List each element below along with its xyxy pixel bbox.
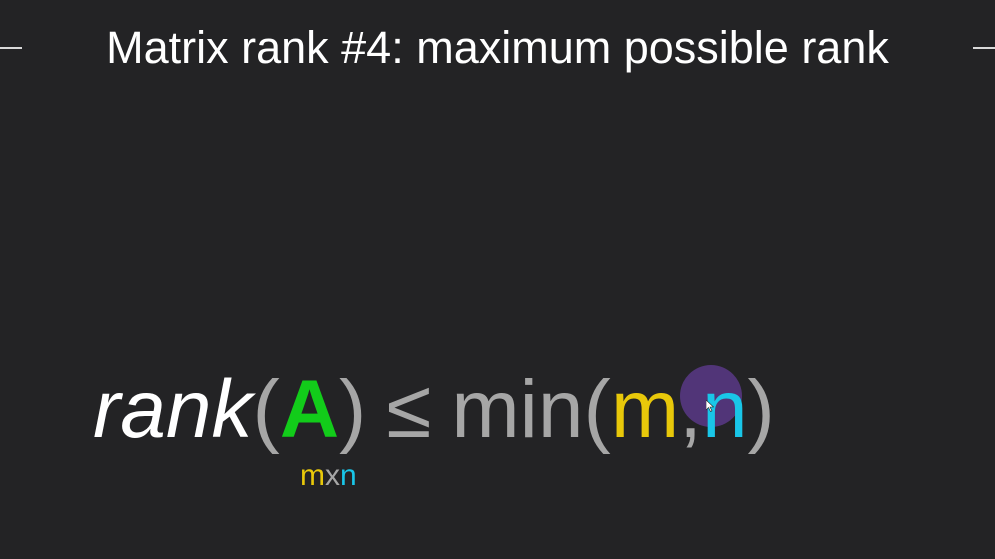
close-paren-min: ) <box>747 364 775 455</box>
rank-formula: rank(A) ≤ min(m,n) <box>93 360 775 460</box>
open-paren: ( <box>252 364 280 455</box>
variable-m: m <box>610 364 680 455</box>
less-or-equal-sign: ≤ <box>386 364 432 455</box>
open-paren-min: ( <box>583 364 611 455</box>
title-row: Matrix rank #4: maximum possible rank <box>0 20 995 76</box>
comma: , <box>679 364 702 455</box>
subscript-n: n <box>340 459 357 492</box>
close-paren: ) <box>339 364 367 455</box>
title-rule-right <box>973 47 995 49</box>
subscript-x: x <box>325 459 340 492</box>
subscript-m: m <box>300 459 325 492</box>
matrix-variable-a: A <box>279 364 340 455</box>
slide-title: Matrix rank #4: maximum possible rank <box>106 22 889 73</box>
slide: Matrix rank #4: maximum possible rank ra… <box>0 0 995 559</box>
rank-word: rank <box>93 364 253 455</box>
min-word: min <box>451 364 584 455</box>
matrix-size-subscript: mxn <box>300 458 357 494</box>
pointer-cursor-icon <box>706 400 714 412</box>
